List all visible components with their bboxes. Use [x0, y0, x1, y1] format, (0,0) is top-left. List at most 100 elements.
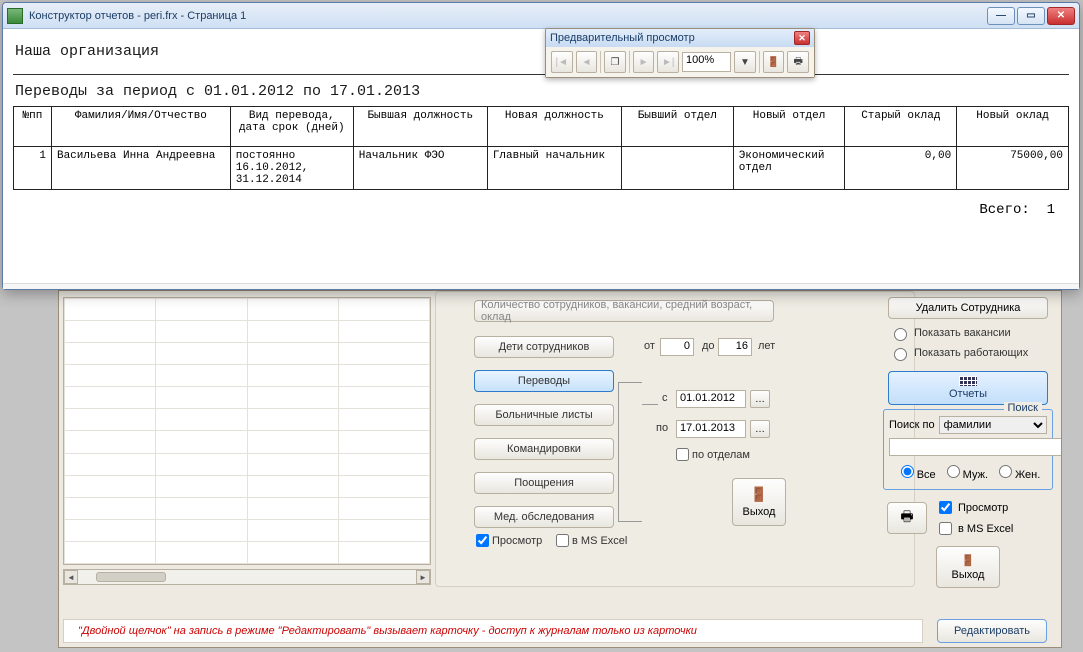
scroll-right-icon[interactable]: ► [416, 570, 430, 584]
by-dept-checkbox[interactable]: по отделам [676, 448, 750, 461]
th-n: №пп [14, 107, 52, 147]
gender-male-radio[interactable]: Муж. [942, 462, 988, 481]
age-from-label: от [644, 340, 655, 352]
exit-icon: 🚪 [750, 486, 767, 503]
side-excel-label: в MS Excel [958, 523, 1013, 535]
printer-icon: 🖶 [793, 54, 802, 71]
report-body: Наша организация Переводы за период с 01… [3, 29, 1079, 283]
search-by-label: Поиск по [889, 419, 935, 431]
th-fio: Фамилия/Имя/Отчество [51, 107, 230, 147]
edit-button[interactable]: Редактировать [937, 619, 1047, 643]
toolbar-print-button[interactable]: 🖶 [787, 51, 809, 73]
cell-new-dep: Экономический отдел [733, 147, 845, 190]
employee-grid[interactable] [63, 297, 431, 565]
grid-h-scrollbar[interactable]: ◄ ► [63, 569, 431, 585]
prev-icon: ◄ [581, 57, 591, 68]
minimize-button[interactable]: — [987, 7, 1015, 25]
side-preview-checkbox[interactable]: Просмотр [935, 498, 1013, 517]
prev-page-button[interactable]: ◄ [576, 51, 598, 73]
cell-fio: Васильева Инна Андреевна [51, 147, 230, 190]
children-button[interactable]: Дети сотрудников [474, 336, 614, 358]
medical-button[interactable]: Мед. обследования [474, 506, 614, 528]
cell-old-dep [621, 147, 733, 190]
side-excel-checkbox[interactable]: в MS Excel [935, 519, 1013, 538]
th-new-sal: Новый оклад [957, 107, 1069, 147]
age-to-input[interactable]: 16 [718, 338, 752, 356]
trips-button[interactable]: Командировки [474, 438, 614, 460]
close-button[interactable]: ✕ [1047, 7, 1075, 25]
chevron-down-icon: ▼ [740, 57, 750, 68]
date-to-label: по [656, 422, 668, 434]
show-employees-label: Показать работающих [914, 347, 1028, 359]
cell-type: постоянно 16.10.2012, 31.12.2014 [230, 147, 353, 190]
scroll-left-icon[interactable]: ◄ [64, 570, 78, 584]
report-preview-window: Конструктор отчетов - peri.frx - Страниц… [2, 2, 1080, 290]
first-icon: |◄ [556, 57, 569, 68]
search-by-select[interactable]: фамилии [939, 416, 1047, 434]
search-input[interactable] [889, 438, 1062, 456]
excel-label: в MS Excel [572, 535, 627, 547]
zoom-value[interactable]: 100% [682, 52, 731, 72]
preview-checkbox[interactable]: Просмотр [476, 534, 542, 547]
exit-icon: 🚪 [961, 554, 975, 567]
show-vacancies-label: Показать вакансии [914, 327, 1011, 339]
gender-all-radio[interactable]: Все [896, 462, 936, 481]
window-title: Конструктор отчетов - peri.frx - Страниц… [29, 10, 987, 22]
grid-table [64, 298, 430, 564]
th-old-sal: Старый оклад [845, 107, 957, 147]
rewards-button[interactable]: Поощрения [474, 472, 614, 494]
main-app-window: ◄ ► Количество сотрудников, вакансии, ср… [58, 290, 1062, 648]
period-title: Переводы за период с 01.01.2012 по 17.01… [15, 83, 1069, 100]
search-fieldset: Поиск Поиск по фамилии Все записи Все Му… [883, 409, 1053, 490]
staff-stats-button[interactable]: Количество сотрудников, вакансии, средни… [474, 300, 774, 322]
report-table: №пп Фамилия/Имя/Отчество Вид перевода, д… [13, 106, 1069, 190]
age-from-input[interactable]: 0 [660, 338, 694, 356]
gender-female-radio[interactable]: Жен. [994, 462, 1040, 481]
date-from-input[interactable]: 01.01.2012 [676, 390, 746, 408]
delete-employee-button[interactable]: Удалить Сотрудника [888, 297, 1048, 319]
next-page-button[interactable]: ► [633, 51, 655, 73]
preview-label: Просмотр [492, 535, 542, 547]
app-exit-button[interactable]: 🚪 Выход [936, 546, 1000, 588]
side-preview-label: Просмотр [958, 502, 1008, 514]
pages-button[interactable]: ❐ [604, 51, 626, 73]
th-new-pos: Новая должность [487, 107, 621, 147]
print-button[interactable]: 🖶 [887, 502, 927, 534]
show-vacancies-radio[interactable]: Показать вакансии [877, 323, 1059, 343]
by-dept-label: по отделам [692, 449, 750, 461]
date-to-input[interactable]: 17.01.2013 [676, 420, 746, 438]
age-unit-label: лет [758, 340, 775, 352]
excel-checkbox[interactable]: в MS Excel [556, 534, 627, 547]
cell-new-sal: 75000,00 [957, 147, 1069, 190]
door-icon: 🚪 [767, 57, 779, 68]
maximize-button[interactable]: ▭ [1017, 7, 1045, 25]
th-type: Вид перевода, дата срок (дней) [230, 107, 353, 147]
date-to-picker[interactable]: … [750, 420, 770, 438]
date-from-picker[interactable]: … [750, 390, 770, 408]
preview-close-button[interactable]: ✕ [794, 31, 810, 45]
app-exit-label: Выход [952, 569, 985, 581]
close-preview-button[interactable]: 🚪 [763, 51, 785, 73]
last-page-button[interactable]: ►| [657, 51, 679, 73]
sickleave-button[interactable]: Больничные листы [474, 404, 614, 426]
gender-male-label: Муж. [963, 469, 988, 481]
show-employees-radio[interactable]: Показать работающих [877, 343, 1059, 363]
zoom-dropdown[interactable]: ▼ [734, 51, 756, 73]
pages-icon: ❐ [611, 57, 620, 68]
scroll-thumb[interactable] [96, 572, 166, 582]
reports-icon [959, 376, 977, 386]
report-titlebar[interactable]: Конструктор отчетов - peri.frx - Страниц… [3, 3, 1079, 29]
table-row: 1 Васильева Инна Андреевна постоянно 16.… [14, 147, 1069, 190]
search-legend: Поиск [1004, 402, 1042, 414]
panel-exit-button[interactable]: 🚪 Выход [732, 478, 786, 526]
cell-n: 1 [14, 147, 52, 190]
th-new-dep: Новый отдел [733, 107, 845, 147]
first-page-button[interactable]: |◄ [551, 51, 573, 73]
cell-new-pos: Главный начальник [487, 147, 621, 190]
exit-label: Выход [743, 506, 776, 518]
preview-toolbar[interactable]: Предварительный просмотр ✕ |◄ ◄ ❐ ► ►| 1… [545, 28, 815, 78]
transfers-button[interactable]: Переводы [474, 370, 614, 392]
reports-button[interactable]: Отчеты [888, 371, 1048, 405]
gender-female-label: Жен. [1015, 469, 1040, 481]
th-old-dep: Бывший отдел [621, 107, 733, 147]
